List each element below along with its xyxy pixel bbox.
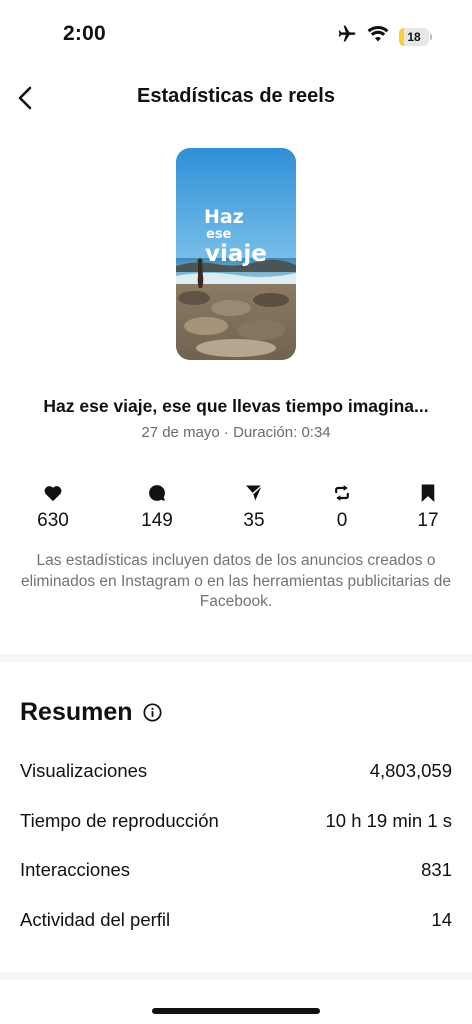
page-title: Estadísticas de reels bbox=[137, 85, 335, 107]
comment-icon bbox=[146, 482, 168, 504]
stats-disclaimer: Las estadísticas incluyen datos de los a… bbox=[21, 552, 451, 610]
stat-shares: 35 bbox=[224, 482, 284, 532]
summary-label: Visualizaciones bbox=[20, 760, 148, 781]
section-divider bbox=[0, 972, 472, 980]
summary-title: Resumen bbox=[20, 698, 133, 726]
reel-caption: Haz ese viaje, ese que llevas tiempo ima… bbox=[43, 396, 429, 416]
summary-label: Tiempo de reproducción bbox=[20, 810, 219, 831]
summary-row-interactions[interactable]: Interacciones 831 bbox=[20, 858, 452, 882]
thumbnail-text-line-3: viaje bbox=[205, 241, 267, 267]
summary-row-views[interactable]: Visualizaciones 4,803,059 bbox=[20, 759, 452, 783]
summary-label: Actividad del perfil bbox=[20, 909, 171, 930]
summary-value: 14 bbox=[431, 909, 452, 930]
info-icon[interactable] bbox=[143, 703, 163, 723]
summary-value: 831 bbox=[421, 859, 452, 880]
stat-value: 35 bbox=[243, 510, 265, 531]
stat-value: 149 bbox=[141, 510, 173, 531]
bookmark-icon bbox=[417, 482, 439, 504]
repost-icon bbox=[331, 482, 353, 504]
reel-thumbnail[interactable]: Haz ese viaje bbox=[176, 148, 296, 360]
nav-header: Estadísticas de reels bbox=[0, 74, 472, 122]
wifi-icon bbox=[367, 25, 389, 48]
stat-reposts: 0 bbox=[312, 482, 372, 532]
summary-row-profile-activity[interactable]: Actividad del perfil 14 bbox=[20, 908, 452, 932]
stat-value: 17 bbox=[417, 510, 439, 531]
summary-value: 4,803,059 bbox=[369, 760, 452, 781]
summary-value: 10 h 19 min 1 s bbox=[325, 810, 453, 831]
engagement-stats: 630 149 35 0 17 bbox=[0, 482, 472, 538]
battery-fill bbox=[399, 27, 405, 46]
heart-icon bbox=[42, 482, 64, 504]
status-time: 2:00 bbox=[63, 22, 106, 45]
status-icons: 18 bbox=[337, 24, 432, 49]
stat-likes: 630 bbox=[23, 482, 83, 532]
section-divider bbox=[0, 654, 472, 662]
thumbnail-text-line-1: Haz bbox=[204, 206, 244, 228]
thumbnail-text-line-2: ese bbox=[206, 227, 232, 242]
battery-icon: 18 bbox=[399, 27, 432, 46]
status-bar: 2:00 18 bbox=[0, 0, 472, 70]
home-indicator bbox=[152, 1008, 320, 1014]
stat-value: 630 bbox=[37, 510, 69, 531]
stat-value: 0 bbox=[336, 510, 348, 531]
summary-header: Resumen bbox=[20, 698, 163, 727]
stat-comments: 149 bbox=[127, 482, 187, 532]
battery-level: 18 bbox=[407, 29, 421, 44]
summary-row-watch-time[interactable]: Tiempo de reproducción 10 h 19 min 1 s bbox=[20, 809, 452, 833]
share-icon bbox=[243, 482, 265, 504]
airplane-icon bbox=[337, 24, 357, 49]
summary-label: Interacciones bbox=[20, 859, 131, 880]
stat-saves: 17 bbox=[398, 482, 458, 532]
reel-meta: 27 de mayo · Duración: 0:34 bbox=[141, 424, 331, 441]
